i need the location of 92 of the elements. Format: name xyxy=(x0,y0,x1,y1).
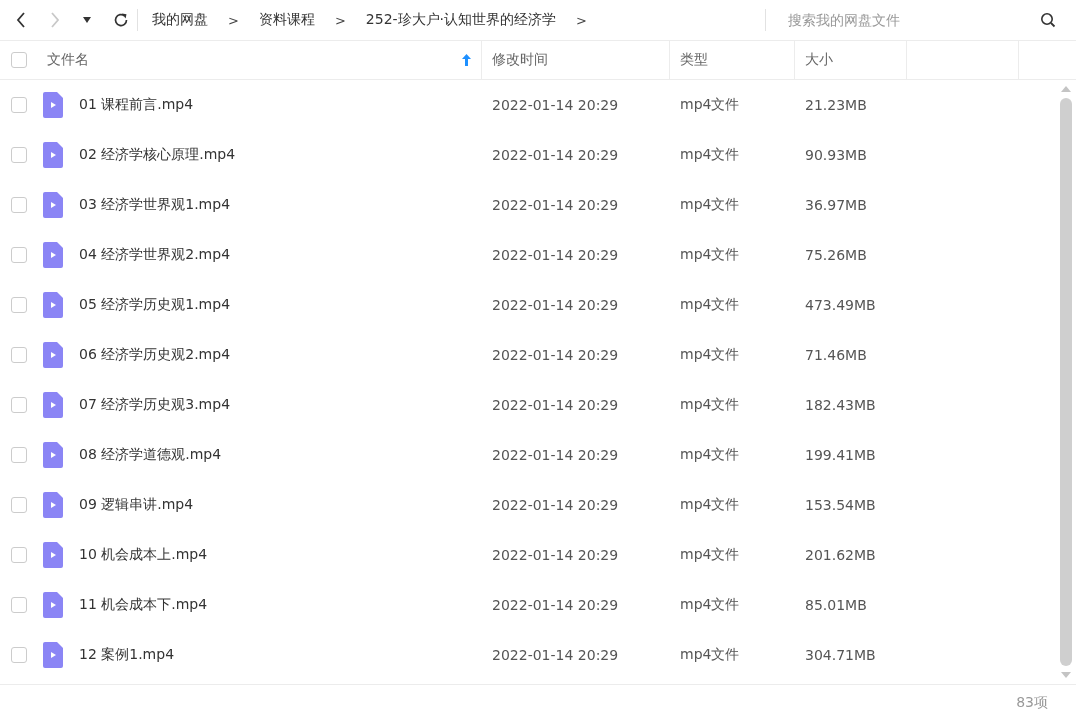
file-size: 71.46MB xyxy=(805,347,867,363)
file-name[interactable]: 12 案例1.mp4 xyxy=(79,646,175,664)
file-type: mp4文件 xyxy=(680,446,740,464)
modified-time: 2022-01-14 20:29 xyxy=(492,197,619,213)
row-checkbox[interactable] xyxy=(11,97,27,113)
file-name[interactable]: 08 经济学道德观.mp4 xyxy=(79,446,222,464)
modified-time: 2022-01-14 20:29 xyxy=(492,347,619,363)
file-type: mp4文件 xyxy=(680,196,740,214)
column-header[interactable]: 大小 xyxy=(795,41,907,79)
file-name[interactable]: 05 经济学历史观1.mp4 xyxy=(79,296,231,314)
row-checkbox[interactable] xyxy=(11,197,27,213)
modified-time: 2022-01-14 20:29 xyxy=(492,247,619,263)
video-file-icon xyxy=(43,292,63,318)
modified-time: 2022-01-14 20:29 xyxy=(492,597,619,613)
file-size: 182.43MB xyxy=(805,397,876,413)
modified-time: 2022-01-14 20:29 xyxy=(492,97,619,113)
row-checkbox[interactable] xyxy=(11,547,27,563)
row-checkbox[interactable] xyxy=(11,297,27,313)
modified-time: 2022-01-14 20:29 xyxy=(492,497,619,513)
modified-time: 2022-01-14 20:29 xyxy=(492,647,619,663)
video-file-icon xyxy=(43,92,63,118)
row-checkbox[interactable] xyxy=(11,447,27,463)
modified-time: 2022-01-14 20:29 xyxy=(492,147,619,163)
file-name[interactable]: 02 经济学核心原理.mp4 xyxy=(79,146,236,164)
file-name[interactable]: 01 课程前言.mp4 xyxy=(79,96,194,114)
modified-time: 2022-01-14 20:29 xyxy=(492,397,619,413)
row-checkbox[interactable] xyxy=(11,497,27,513)
file-type: mp4文件 xyxy=(680,546,740,564)
breadcrumb-separator: > xyxy=(333,12,347,28)
file-size: 21.23MB xyxy=(805,97,867,113)
search-field[interactable]: 搜索我的网盘文件 xyxy=(786,11,1040,29)
file-size: 75.26MB xyxy=(805,247,867,263)
file-size: 153.54MB xyxy=(805,497,876,513)
file-name[interactable]: 10 机会成本上.mp4 xyxy=(79,546,208,564)
video-file-icon xyxy=(43,192,63,218)
file-name[interactable]: 03 经济学世界观1.mp4 xyxy=(79,196,231,214)
file-name[interactable]: 11 机会成本下.mp4 xyxy=(79,596,208,614)
row-checkbox[interactable] xyxy=(11,147,27,163)
breadcrumb-separator: > xyxy=(575,12,588,28)
video-file-icon xyxy=(43,342,63,368)
refresh-icon[interactable] xyxy=(113,12,129,28)
file-type: mp4文件 xyxy=(680,346,740,364)
file-type: mp4文件 xyxy=(680,96,740,114)
back-icon[interactable] xyxy=(15,11,27,29)
file-size: 90.93MB xyxy=(805,147,867,163)
modified-time: 2022-01-14 20:29 xyxy=(492,297,619,313)
file-type: mp4文件 xyxy=(680,646,740,664)
modified-time: 2022-01-14 20:29 xyxy=(492,447,619,463)
item-count: 83项 xyxy=(1016,694,1048,712)
file-type: mp4文件 xyxy=(680,396,740,414)
dropdown-icon[interactable] xyxy=(83,17,91,23)
column-header[interactable]: 修改时间 xyxy=(482,41,670,79)
breadcrumb-link[interactable]: 252-珍大户·认知世界的经济学 xyxy=(365,11,557,29)
column-header[interactable]: 类型 xyxy=(670,41,795,79)
row-checkbox[interactable] xyxy=(11,247,27,263)
file-size: 199.41MB xyxy=(805,447,876,463)
select-all-checkbox[interactable] xyxy=(11,52,27,68)
video-file-icon xyxy=(43,492,63,518)
scroll-up-icon[interactable] xyxy=(1061,86,1071,92)
file-size: 473.49MB xyxy=(805,297,876,313)
scroll-down-icon[interactable] xyxy=(1061,672,1071,678)
breadcrumb-link[interactable]: 资料课程 xyxy=(258,11,315,29)
file-name[interactable]: 06 经济学历史观2.mp4 xyxy=(79,346,231,364)
row-checkbox[interactable] xyxy=(11,397,27,413)
row-checkbox[interactable] xyxy=(11,597,27,613)
video-file-icon xyxy=(43,392,63,418)
file-name[interactable]: 07 经济学历史观3.mp4 xyxy=(79,396,231,414)
video-file-icon xyxy=(43,592,63,618)
video-file-icon xyxy=(43,642,63,668)
video-file-icon xyxy=(43,442,63,468)
file-name[interactable]: 09 逻辑串讲.mp4 xyxy=(79,496,194,514)
breadcrumb-link[interactable]: 我的网盘 xyxy=(152,11,208,29)
video-file-icon xyxy=(43,542,63,568)
video-file-icon xyxy=(43,142,63,168)
file-size: 36.97MB xyxy=(805,197,867,213)
file-size: 201.62MB xyxy=(805,547,876,563)
row-checkbox[interactable] xyxy=(11,347,27,363)
modified-time: 2022-01-14 20:29 xyxy=(492,547,619,563)
file-type: mp4文件 xyxy=(680,246,740,264)
file-type: mp4文件 xyxy=(680,496,740,514)
breadcrumb-separator: > xyxy=(227,12,240,28)
scrollbar-thumb[interactable] xyxy=(1060,98,1072,666)
file-type: mp4文件 xyxy=(680,596,740,614)
file-type: mp4文件 xyxy=(680,296,740,314)
file-size: 85.01MB xyxy=(805,597,867,613)
file-size: 304.71MB xyxy=(805,647,876,663)
file-type: mp4文件 xyxy=(680,146,740,164)
video-file-icon xyxy=(43,242,63,268)
row-checkbox[interactable] xyxy=(11,647,27,663)
column-header[interactable]: 文件名 xyxy=(38,41,482,79)
file-name[interactable]: 04 经济学世界观2.mp4 xyxy=(79,246,231,264)
search-icon[interactable] xyxy=(1040,12,1056,28)
